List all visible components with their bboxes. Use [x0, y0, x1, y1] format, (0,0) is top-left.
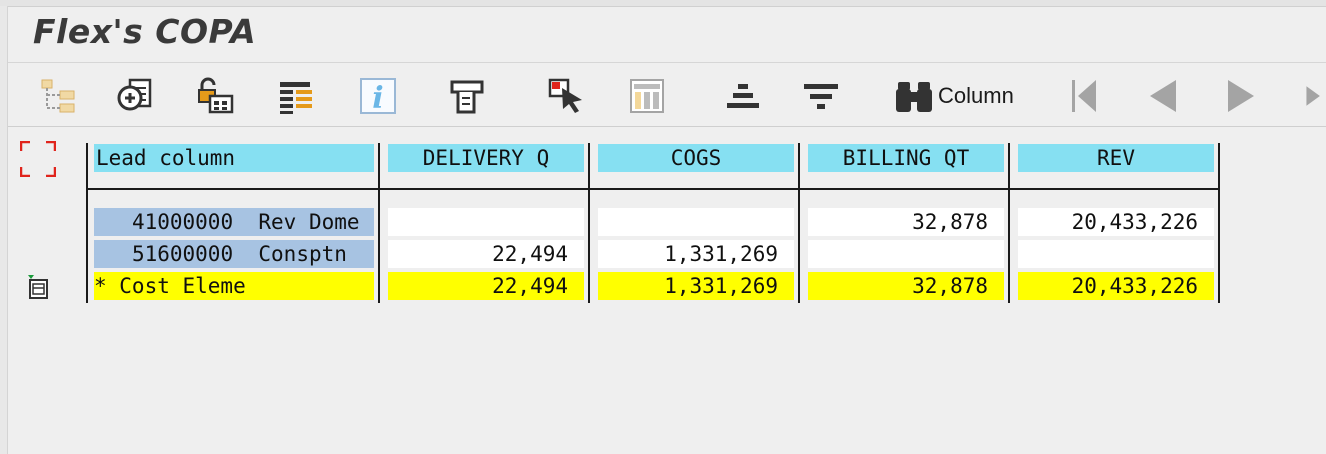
find-column-button[interactable]: Column	[894, 76, 1024, 116]
find-column-label: Column	[938, 83, 1014, 108]
print-icon	[450, 80, 484, 114]
column-divider	[798, 143, 800, 303]
table-cell[interactable]: 20,433,226	[1018, 208, 1214, 236]
filter-button[interactable]	[798, 76, 844, 116]
total-cell[interactable]: 32,878	[808, 272, 1004, 300]
first-page-icon	[1072, 80, 1096, 112]
window-top-border	[0, 0, 1326, 7]
table-cell[interactable]	[808, 240, 1004, 268]
svg-text:i: i	[372, 81, 383, 116]
total-cell[interactable]: 20,433,226	[1018, 272, 1214, 300]
cost-element-name: Consptn	[258, 242, 347, 266]
header-rev[interactable]: REV	[1018, 144, 1214, 172]
lock-settings-icon	[198, 77, 234, 114]
report-table: Lead column DELIVERY Q COGS BILLING QT R…	[86, 143, 1222, 305]
hierarchy-icon	[41, 79, 75, 113]
settings-document-icon	[117, 78, 152, 111]
table-cell[interactable]	[388, 208, 584, 236]
filter-icon	[804, 84, 838, 109]
hierarchy-button[interactable]	[36, 76, 80, 116]
print-button[interactable]	[446, 76, 492, 116]
page-title: Flex's COPA	[33, 12, 257, 51]
info-icon: i	[360, 78, 396, 116]
table-cell[interactable]: 22,494	[388, 240, 584, 268]
column-divider	[378, 143, 380, 303]
first-page-button[interactable]	[1064, 76, 1104, 116]
column-layout-icon	[630, 79, 664, 113]
column-divider	[588, 143, 590, 303]
column-divider	[1218, 143, 1220, 303]
layout-list-icon	[280, 82, 312, 114]
last-page-button[interactable]	[1304, 76, 1326, 116]
header-lead-column[interactable]: Lead column	[94, 144, 374, 172]
total-row-label[interactable]: * Cost Eleme	[94, 272, 374, 300]
next-button[interactable]	[1222, 76, 1262, 116]
column-layout-button[interactable]	[624, 76, 670, 116]
cost-element-name: Rev Dome	[258, 210, 360, 234]
column-divider	[1008, 143, 1010, 303]
sort-button[interactable]	[720, 76, 766, 116]
toolbar: i Column	[8, 66, 1326, 127]
settings-document-button[interactable]	[112, 76, 158, 116]
table-cell[interactable]: 32,878	[808, 208, 1004, 236]
cost-element-code: 41000000	[131, 210, 234, 234]
header-billing-qt[interactable]: BILLING QT	[808, 144, 1004, 172]
table-row-lead[interactable]: 51600000 Consptn	[94, 240, 374, 268]
select-button[interactable]	[544, 76, 590, 116]
next-icon	[1228, 80, 1254, 112]
previous-icon	[1150, 80, 1176, 112]
header-cogs[interactable]: COGS	[598, 144, 794, 172]
title-divider	[8, 62, 1326, 63]
sort-ascending-icon	[727, 84, 759, 108]
lock-settings-button[interactable]	[192, 76, 238, 116]
window-left-border	[0, 6, 8, 454]
header-underline	[86, 188, 1220, 190]
total-cell[interactable]: 1,331,269	[598, 272, 794, 300]
total-cell[interactable]: 22,494	[388, 272, 584, 300]
row-detail-icon[interactable]	[26, 274, 50, 300]
table-cell[interactable]	[598, 208, 794, 236]
select-all-marker-icon[interactable]	[20, 141, 56, 177]
select-pointer-icon	[548, 78, 582, 113]
info-button[interactable]: i	[356, 76, 400, 116]
table-cell[interactable]	[1018, 240, 1214, 268]
table-cell[interactable]: 1,331,269	[598, 240, 794, 268]
header-delivery-q[interactable]: DELIVERY Q	[388, 144, 584, 172]
cost-element-code: 51600000	[131, 242, 234, 266]
column-divider	[86, 143, 88, 303]
layout-button[interactable]	[274, 76, 320, 116]
previous-button[interactable]	[1142, 76, 1182, 116]
binoculars-icon	[896, 82, 932, 112]
table-row-lead[interactable]: 41000000 Rev Dome	[94, 208, 374, 236]
last-page-icon	[1306, 86, 1320, 106]
